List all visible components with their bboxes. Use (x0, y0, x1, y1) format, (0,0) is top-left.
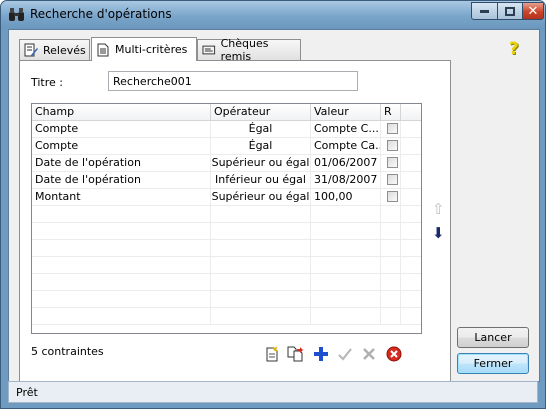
tab-multi-criteres[interactable]: Multi-critères (91, 37, 197, 61)
lancer-button[interactable]: Lancer (457, 327, 529, 348)
binoculars-icon (9, 8, 24, 21)
criteria-table[interactable]: Champ Opérateur Valeur R Compte Égal Com… (31, 103, 422, 334)
titre-input[interactable] (108, 71, 358, 91)
cell-valeur: 100,00 (311, 189, 381, 206)
close-icon: ✕ (527, 3, 539, 19)
cell-r (381, 138, 401, 155)
document-icon (97, 43, 109, 56)
check-icon (338, 348, 352, 361)
table-row-empty[interactable] (32, 223, 421, 240)
cell-operateur: Supérieur ou égal (211, 155, 311, 172)
delete-icon (386, 346, 402, 362)
cell-operateur: Inférieur ou égal (211, 172, 311, 189)
cell-champ: Compte (32, 121, 211, 138)
cell-champ: Montant (32, 189, 211, 206)
tab-label: Relevés (43, 43, 86, 57)
column-header-valeur[interactable]: Valeur (311, 104, 381, 120)
tab-label: Multi-critères (115, 43, 188, 56)
status-text: Prêt (16, 386, 38, 399)
minimize-button[interactable] (471, 2, 498, 20)
new-document-icon (266, 346, 278, 362)
table-row[interactable]: Montant Supérieur ou égal 100,00 (32, 189, 421, 206)
table-row[interactable]: Date de l'opération Supérieur ou égal 01… (32, 155, 421, 172)
move-up-arrow-icon[interactable]: ⇧ (432, 200, 445, 218)
tab-releves[interactable]: Relevés (19, 39, 90, 60)
constraint-count: 5 contraintes (31, 345, 104, 358)
titre-label: Titre : (31, 76, 64, 89)
table-row-empty[interactable] (32, 274, 421, 291)
table-row-empty[interactable] (32, 206, 421, 223)
main-window: Recherche d'opérations ✕ Relevés Multi-c… (0, 0, 546, 409)
cell-r (381, 121, 401, 138)
r-checkbox[interactable] (387, 191, 398, 202)
cell-champ: Date de l'opération (32, 172, 211, 189)
cell-valeur: Compte Ca... (311, 138, 381, 155)
cell-champ: Date de l'opération (32, 155, 211, 172)
tab-cheques-remis[interactable]: Chèques remis (197, 37, 301, 63)
table-row[interactable]: Date de l'opération Inférieur ou égal 31… (32, 172, 421, 189)
new-document-button[interactable] (263, 345, 281, 363)
duplicate-button[interactable] (287, 345, 305, 363)
validate-button[interactable] (336, 345, 354, 363)
cell-r (381, 155, 401, 172)
dialog-body: Relevés Multi-critères Chèques remis ? T… (8, 29, 540, 382)
table-row[interactable]: Compte Égal Compte Ca... (32, 138, 421, 155)
cell-champ: Compte (32, 138, 211, 155)
cell-r (381, 172, 401, 189)
minimize-icon (480, 10, 489, 13)
delete-button[interactable] (385, 345, 403, 363)
cell-operateur: Égal (211, 121, 311, 138)
cell-valeur: 31/08/2007 (311, 172, 381, 189)
cell-r (381, 189, 401, 206)
table-row[interactable]: Compte Égal Compte C... (32, 121, 421, 138)
r-checkbox[interactable] (387, 157, 398, 168)
add-button[interactable] (312, 345, 330, 363)
r-checkbox[interactable] (387, 174, 398, 185)
status-bar: Prêt (8, 381, 538, 403)
maximize-button[interactable] (497, 2, 523, 20)
close-button[interactable]: ✕ (522, 2, 544, 20)
table-row-empty[interactable] (32, 308, 421, 325)
table-row-empty[interactable] (32, 240, 421, 257)
cell-valeur: Compte C... (311, 121, 381, 138)
duplicate-icon (287, 346, 303, 362)
fermer-button[interactable]: Fermer (457, 353, 529, 374)
title-bar[interactable]: Recherche d'opérations ✕ (1, 1, 545, 29)
column-header-operateur[interactable]: Opérateur (211, 104, 311, 120)
column-header-champ[interactable]: Champ (32, 104, 211, 120)
edit-document-icon (24, 43, 38, 57)
window-title: Recherche d'opérations (30, 7, 172, 21)
move-down-arrow-icon[interactable]: ⬇ (432, 224, 445, 242)
cell-valeur: 01/06/2007 (311, 155, 381, 172)
cancel-edit-button[interactable] (360, 345, 378, 363)
cross-icon (363, 348, 375, 360)
cell-operateur: Supérieur ou égal (211, 189, 311, 206)
column-header-r[interactable]: R (381, 104, 401, 120)
plus-icon (314, 347, 328, 361)
tab-panel: Titre : Champ Opérateur Valeur R Compte … (19, 60, 451, 382)
table-row-empty[interactable] (32, 257, 421, 274)
maximize-icon (505, 6, 515, 16)
help-icon[interactable]: ? (509, 39, 519, 59)
table-header: Champ Opérateur Valeur R (32, 104, 421, 121)
table-row-empty[interactable] (32, 291, 421, 308)
r-checkbox[interactable] (387, 140, 398, 151)
r-checkbox[interactable] (387, 123, 398, 134)
cell-operateur: Égal (211, 138, 311, 155)
cheque-icon (202, 45, 216, 55)
